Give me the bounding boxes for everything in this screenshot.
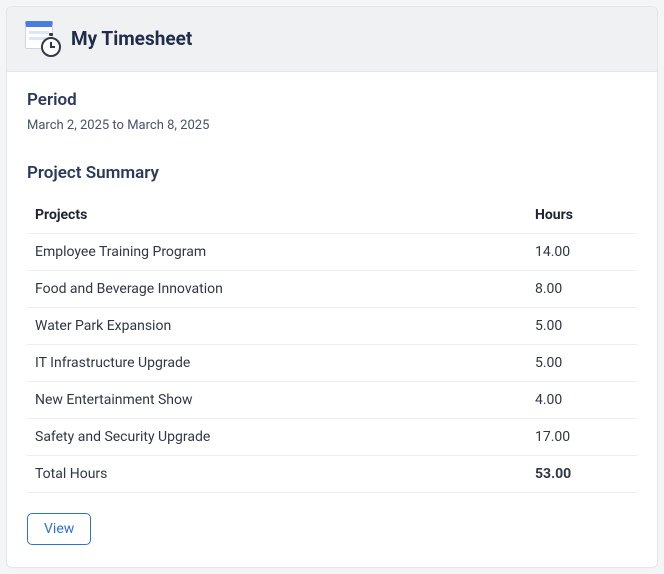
table-row: IT Infrastructure Upgrade 5.00: [27, 345, 637, 382]
project-cell: IT Infrastructure Upgrade: [27, 345, 527, 382]
table-header-row: Projects Hours: [27, 197, 637, 234]
timesheet-icon: [25, 21, 59, 55]
hours-cell: 17.00: [527, 419, 637, 456]
project-summary-heading: Project Summary: [27, 163, 637, 183]
view-button[interactable]: View: [27, 513, 91, 545]
hours-cell: 5.00: [527, 345, 637, 382]
project-summary-table: Projects Hours Employee Training Program…: [27, 197, 637, 493]
period-heading: Period: [27, 90, 637, 110]
table-row: Food and Beverage Innovation 8.00: [27, 271, 637, 308]
project-cell: Safety and Security Upgrade: [27, 419, 527, 456]
table-total-row: Total Hours 53.00: [27, 456, 637, 493]
col-hours: Hours: [527, 197, 637, 234]
total-value: 53.00: [527, 456, 637, 493]
hours-cell: 4.00: [527, 382, 637, 419]
hours-cell: 5.00: [527, 308, 637, 345]
col-projects: Projects: [27, 197, 527, 234]
project-cell: New Entertainment Show: [27, 382, 527, 419]
card-header: My Timesheet: [7, 7, 657, 72]
table-row: Water Park Expansion 5.00: [27, 308, 637, 345]
card-body: Period March 2, 2025 to March 8, 2025 Pr…: [7, 72, 657, 567]
total-label: Total Hours: [27, 456, 527, 493]
table-row: Employee Training Program 14.00: [27, 234, 637, 271]
project-cell: Food and Beverage Innovation: [27, 271, 527, 308]
hours-cell: 8.00: [527, 271, 637, 308]
table-row: New Entertainment Show 4.00: [27, 382, 637, 419]
project-cell: Water Park Expansion: [27, 308, 527, 345]
timesheet-card: My Timesheet Period March 2, 2025 to Mar…: [6, 6, 658, 568]
period-range: March 2, 2025 to March 8, 2025: [27, 118, 637, 133]
project-cell: Employee Training Program: [27, 234, 527, 271]
table-body: Employee Training Program 14.00 Food and…: [27, 234, 637, 493]
table-row: Safety and Security Upgrade 17.00: [27, 419, 637, 456]
card-title: My Timesheet: [71, 27, 192, 50]
hours-cell: 14.00: [527, 234, 637, 271]
